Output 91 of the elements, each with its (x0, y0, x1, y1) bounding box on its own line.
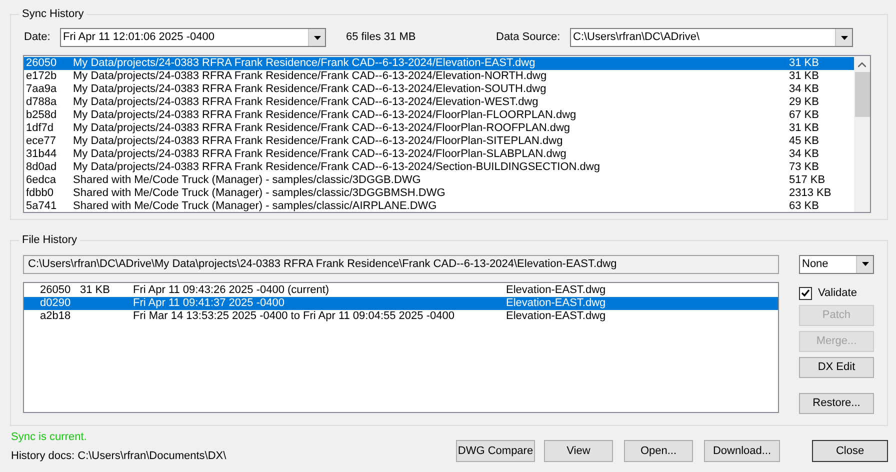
file-path: My Data/projects/24-0383 RFRA Frank Residence/Frank CAD--6-13-2024/FloorPlan-FLOORPLAN.dwg (73, 108, 578, 122)
file-id: d788a (26, 96, 58, 108)
file-row[interactable]: 7aa9a My Data/projects/24-0383 RFRA Frank Residence/Frank CAD--6-13-2024/Elevation-SOUTH.dwg 34 KB (24, 82, 854, 96)
caret-icon (840, 36, 848, 40)
scrollbar[interactable] (854, 56, 870, 212)
file-row[interactable]: 31b44 My Data/projects/24-0383 RFRA Frank Residence/Frank CAD--6-13-2024/FloorPlan-SLABPLAN.dwg 34 KB (24, 148, 854, 160)
file-path: My Data/projects/24-0383 RFRA Frank Residence/Frank CAD--6-13-2024/Elevation-SOUTH.dwg (73, 82, 548, 96)
file-id: fdbb0 (26, 186, 55, 200)
dropdown-button[interactable] (308, 29, 325, 46)
file-size: 34 KB (789, 148, 820, 160)
file-id: ece77 (26, 134, 57, 148)
file-path: My Data/projects/24-0383 RFRA Frank Residence/Frank CAD--6-13-2024/Elevation-EAST.dwg (73, 56, 536, 70)
file-id: 6edca (26, 174, 57, 186)
file-row[interactable]: d788a My Data/projects/24-0383 RFRA Frank Residence/Frank CAD--6-13-2024/Elevation-WEST.dwg 29 KB (24, 96, 854, 108)
file-row[interactable]: 8d0ad My Data/projects/24-0383 RFRA Frank Residence/Frank CAD--6-13-2024/Section-BUILDINGSECTION.dwg 73 KB (24, 160, 854, 174)
file-summary: 65 files 31 MB (346, 30, 417, 46)
file-path-field: C:\Users\rfran\DC\ADrive\My Data\projects\24-0383 RFRA Frank Residence\Frank CAD--6-13-2024\Elevation-EAST.dwg (23, 254, 779, 274)
file-size: 67 KB (789, 108, 820, 122)
file-id: 31b44 (26, 148, 58, 160)
file-path: Shared with Me/Code Truck (Manager) - samples/classic/AIRPLANE.DWG (73, 200, 438, 212)
history-docs-path: History docs: C:\Users\rfran\Documents\DX\ (11, 449, 228, 463)
file-id: b258d (26, 108, 58, 122)
version-size: 31 KB (80, 284, 110, 296)
action-button[interactable]: DX Edit (799, 356, 874, 378)
group-title: Sync History (21, 7, 85, 22)
date-label: Date: (24, 30, 52, 46)
file-id: 7aa9a (26, 82, 58, 96)
file-size: 31 KB (789, 122, 820, 134)
version-date: Fri Apr 11 09:43:26 2025 -0400 (current) (133, 284, 330, 296)
file-id: e172b (26, 70, 58, 82)
file-size: 31 KB (789, 56, 820, 70)
version-id: d0290 (40, 296, 72, 310)
file-path: My Data/projects/24-0383 RFRA Frank Residence/Frank CAD--6-13-2024/FloorPlan-SLABPLAN.dwg (73, 148, 568, 160)
file-path: My Data/projects/24-0383 RFRA Frank Residence/Frank CAD--6-13-2024/Elevation-NORTH.dwg (73, 70, 548, 82)
version-file: Elevation-EAST.dwg (506, 310, 606, 322)
version-id: a2b18 (40, 310, 72, 322)
action-button[interactable]: Download... (704, 440, 780, 462)
version-row[interactable]: 26050 31 KB Fri Apr 11 09:43:26 2025 -0400 (current) Elevation-EAST.dwg (24, 284, 778, 296)
version-file: Elevation-EAST.dwg (506, 296, 606, 310)
version-row[interactable]: a2b18 Fri Mar 14 13:53:25 2025 -0400 to Fri Apr 11 09:04:55 2025 -0400 Elevation-EAST.dwg (24, 310, 778, 322)
version-row[interactable]: d0290 Fri Apr 11 09:41:37 2025 -0400 Elevation-EAST.dwg (24, 296, 778, 310)
file-size: 2313 KB (789, 186, 832, 200)
file-path: Shared with Me/Code Truck (Manager) - samples/classic/3DGGBMSH.DWG (73, 186, 446, 200)
file-row[interactable]: ece77 My Data/projects/24-0383 RFRA Frank Residence/Frank CAD--6-13-2024/FloorPlan-SITEPLAN.dwg 45 KB (24, 134, 854, 148)
mode-dropdown[interactable]: None (799, 254, 874, 274)
file-size: 73 KB (789, 160, 820, 174)
file-path: My Data/projects/24-0383 RFRA Frank Residence/Frank CAD--6-13-2024/Section-BUILDINGSECTION.dwg (73, 160, 601, 174)
action-button[interactable]: DWG Compare (456, 440, 535, 462)
file-size: 34 KB (789, 82, 820, 96)
file-size: 31 KB (789, 70, 820, 82)
version-file: Elevation-EAST.dwg (506, 284, 606, 296)
scroll-up-icon[interactable] (858, 62, 866, 66)
date-dropdown[interactable]: Fri Apr 11 12:01:06 2025 -0400 (60, 28, 326, 47)
file-row[interactable]: 26050 My Data/projects/24-0383 RFRA Frank Residence/Frank CAD--6-13-2024/Elevation-EAST.dwg 31 KB (24, 56, 854, 70)
file-path: My Data/projects/24-0383 RFRA Frank Residence/Frank CAD--6-13-2024/Elevation-WEST.dwg (73, 96, 540, 108)
group-title: File History (21, 233, 78, 248)
dropdown-button[interactable] (835, 29, 852, 46)
file-row[interactable]: fdbb0 Shared with Me/Code Truck (Manager) - samples/classic/3DGGBMSH.DWG 2313 KB (24, 186, 854, 200)
file-row[interactable]: b258d My Data/projects/24-0383 RFRA Frank Residence/Frank CAD--6-13-2024/FloorPlan-FLOORPLAN.dwg 67 KB (24, 108, 854, 122)
file-size: 45 KB (789, 134, 820, 148)
file-row[interactable]: 1df7d My Data/projects/24-0383 RFRA Frank Residence/Frank CAD--6-13-2024/FloorPlan-ROOFPLAN.dwg 31 KB (24, 122, 854, 134)
file-row[interactable]: e172b My Data/projects/24-0383 RFRA Frank Residence/Frank CAD--6-13-2024/Elevation-NORTH.dwg 31 KB (24, 70, 854, 82)
sync-status: Sync is current. (11, 430, 88, 444)
file-row[interactable]: 5a741 Shared with Me/Code Truck (Manager) - samples/classic/AIRPLANE.DWG 63 KB (24, 200, 854, 212)
data-source-label: Data Source: (496, 30, 562, 46)
file-id: 1df7d (26, 122, 55, 134)
action-button[interactable]: Restore... (799, 392, 874, 414)
file-size: 29 KB (789, 96, 820, 108)
file-id: 8d0ad (26, 160, 58, 174)
file-path: My Data/projects/24-0383 RFRA Frank Residence/Frank CAD--6-13-2024/FloorPlan-ROOFPLAN.dwg (73, 122, 572, 134)
caret-icon (862, 262, 868, 266)
validate-checkbox[interactable] (799, 286, 812, 300)
file-id: 5a741 (26, 200, 58, 212)
caret-icon (314, 36, 320, 40)
data-source-dropdown[interactable]: C:\Users\rfran\DC\ADrive\ (570, 28, 853, 47)
file-path: Shared with Me/Code Truck (Manager) - samples/classic/3DGGB.DWG (73, 174, 422, 186)
file-id: 26050 (26, 56, 58, 70)
action-button[interactable]: Close (812, 440, 888, 462)
file-size: 517 KB (789, 174, 826, 186)
scroll-thumb[interactable] (854, 72, 870, 116)
file-size: 63 KB (789, 200, 820, 212)
validate-label: Validate (818, 286, 857, 301)
check-icon (801, 289, 810, 297)
file-path: My Data/projects/24-0383 RFRA Frank Residence/Frank CAD--6-13-2024/FloorPlan-SITEPLAN.dwg (73, 134, 564, 148)
version-date: Fri Mar 14 13:53:25 2025 -0400 to Fri Apr 11 09:04:55 2025 -0400 (133, 310, 456, 322)
version-id: 26050 (40, 284, 72, 296)
action-button[interactable]: Open... (624, 440, 693, 462)
file-row[interactable]: 6edca Shared with Me/Code Truck (Manager) - samples/classic/3DGGB.DWG 517 KB (24, 174, 854, 186)
action-button[interactable]: View (544, 440, 613, 462)
dropdown-button[interactable] (856, 256, 873, 272)
version-date: Fri Apr 11 09:41:37 2025 -0400 (133, 296, 286, 310)
